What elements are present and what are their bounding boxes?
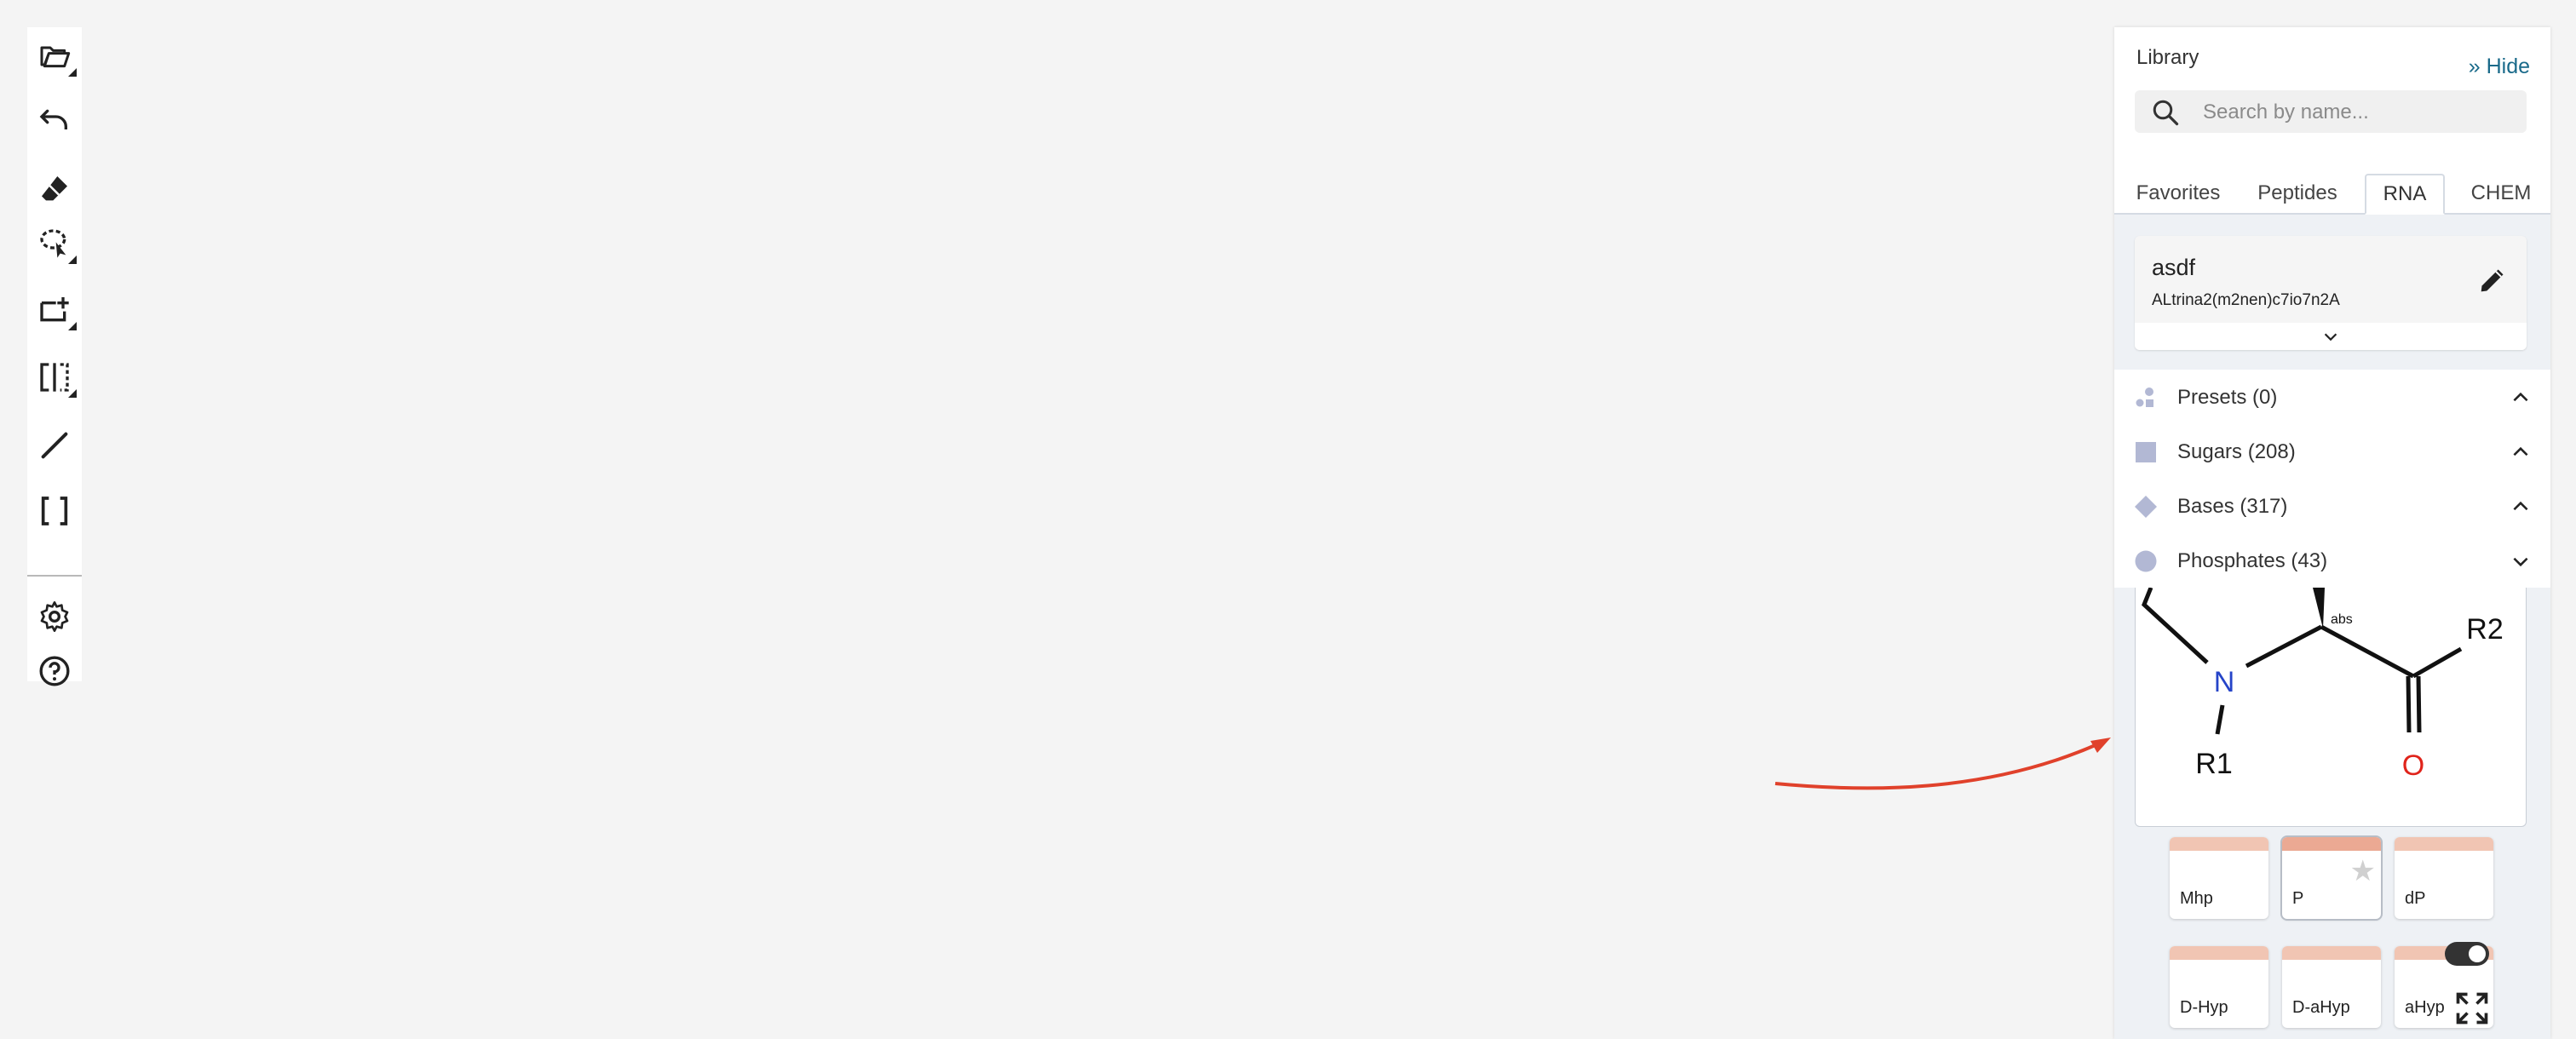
presets-icon — [2136, 387, 2153, 407]
submenu-indicator-icon — [68, 322, 77, 330]
monomer-card-d-ahyp[interactable]: D-aHyp — [2282, 946, 2381, 1028]
undo-icon — [39, 109, 67, 129]
tab-favorites[interactable]: Favorites — [2114, 174, 2242, 213]
flip-icon — [40, 363, 69, 392]
bond-line — [2412, 646, 2463, 679]
tab-peptides[interactable]: Peptides — [2242, 174, 2353, 213]
group-sugars[interactable]: Sugars (208) — [2114, 424, 2550, 479]
single-bond-button[interactable] — [27, 418, 82, 473]
monomer-card-d-hyp[interactable]: D-Hyp — [2170, 946, 2268, 1028]
chevron-up-icon — [2513, 501, 2528, 511]
monomer-card-p[interactable]: ★ P — [2282, 837, 2381, 919]
chevron-down-icon — [2513, 557, 2528, 567]
group-presets[interactable]: Presets (0) — [2114, 370, 2550, 424]
search-box — [2135, 90, 2527, 135]
group-presets-label: Presets (0) — [2177, 386, 2278, 409]
settings-icon — [40, 601, 69, 632]
group-bases[interactable]: Bases (317) — [2114, 479, 2550, 533]
monomer-card-header — [2170, 837, 2268, 851]
nitrogen-atom: N — [2214, 666, 2235, 698]
stereo-label: abs — [2331, 612, 2353, 627]
wedge-bond — [2313, 588, 2325, 629]
sugar-square-icon — [2136, 442, 2156, 462]
submenu-indicator-icon — [68, 255, 77, 264]
preset-name: asdf — [2152, 255, 2196, 280]
rna-library-content: asdf ALtrina2(m2nen)c7io7n2A Presets (0)… — [2114, 215, 2550, 1039]
r2-attachment-label: R2 — [2466, 613, 2503, 646]
group-phosphates-label: Phosphates (43) — [2177, 549, 2328, 572]
canvas-arrow[interactable] — [1763, 724, 2121, 809]
undo-button[interactable] — [27, 98, 82, 152]
monomer-card-mhp[interactable]: Mhp — [2170, 837, 2268, 919]
monomer-card-dp[interactable]: dP — [2395, 837, 2493, 919]
rna-preset-card[interactable]: asdf ALtrina2(m2nen)c7io7n2A — [2135, 236, 2527, 350]
eraser-icon — [42, 176, 67, 201]
bond-line — [2245, 624, 2323, 669]
double-bond — [2406, 675, 2422, 733]
monomer-label: D-Hyp — [2180, 998, 2228, 1017]
monomer-structure-preview: N O R1 R2 abs — [2135, 588, 2527, 827]
hide-library-button[interactable]: » Hide — [2469, 55, 2530, 79]
group-sugars-label: Sugars (208) — [2177, 440, 2296, 463]
monomer-groups: Presets (0) Sugars (208) Bases (317) Pho… — [2114, 370, 2550, 588]
r1-attachment-label: R1 — [2195, 748, 2232, 780]
lasso-select-icon — [40, 229, 66, 258]
chemical-structure: N O R1 R2 abs — [2142, 588, 2504, 782]
brackets-icon — [41, 497, 68, 525]
oxygen-atom: O — [2402, 749, 2424, 782]
group-phosphates[interactable]: Phosphates (43) — [2114, 533, 2550, 588]
base-diamond-icon — [2135, 496, 2157, 518]
monomer-card-header — [2282, 946, 2381, 960]
lasso-select-button[interactable] — [27, 216, 82, 271]
library-panel: Library » Hide Favorites Peptides RNA CH… — [2114, 27, 2550, 1039]
preset-sequence: ALtrina2(m2nen)c7io7n2A — [2152, 291, 2340, 309]
bond-line — [2215, 704, 2225, 735]
edit-pencil-icon[interactable] — [2475, 263, 2510, 297]
bond-line — [2320, 624, 2415, 679]
search-input[interactable] — [2201, 90, 2520, 135]
monomer-card-header — [2170, 946, 2268, 960]
add-rectangle-icon — [40, 297, 69, 322]
flip-button[interactable] — [27, 350, 82, 405]
single-bond-icon — [41, 432, 68, 459]
monomer-card-header — [2282, 837, 2381, 851]
chevron-down-icon — [2324, 333, 2337, 342]
monomer-label: dP — [2405, 889, 2426, 908]
monomer-label: Mhp — [2180, 889, 2213, 908]
left-toolbar — [27, 27, 82, 686]
add-rectangle-button[interactable] — [27, 283, 82, 337]
open-file-button[interactable] — [27, 29, 82, 83]
library-tabs: Favorites Peptides RNA CHEM — [2114, 174, 2550, 215]
library-title: Library — [2136, 46, 2199, 69]
fullscreen-icon[interactable] — [2453, 990, 2491, 1027]
group-bases-label: Bases (317) — [2177, 495, 2288, 518]
toggle-knob — [2469, 945, 2486, 962]
submenu-indicator-icon — [68, 68, 77, 77]
open-file-icon — [40, 46, 71, 68]
chevron-up-icon — [2513, 392, 2528, 402]
tab-chem[interactable]: CHEM — [2453, 174, 2549, 213]
eraser-button[interactable] — [27, 162, 82, 216]
monomer-label: P — [2292, 889, 2304, 908]
phosphate-circle-icon — [2135, 550, 2157, 572]
search-icon — [2153, 100, 2179, 126]
submenu-indicator-icon — [68, 389, 77, 398]
expand-preset-button[interactable] — [2135, 323, 2527, 350]
monomer-label: D-aHyp — [2292, 998, 2350, 1017]
toolbar-divider — [27, 575, 82, 577]
monomer-card-header — [2395, 837, 2493, 851]
help-icon — [39, 656, 70, 686]
brackets-button[interactable] — [27, 484, 82, 538]
view-toggle-switch[interactable] — [2445, 942, 2489, 966]
settings-button[interactable] — [27, 589, 82, 644]
tab-rna[interactable]: RNA — [2365, 174, 2445, 215]
help-button[interactable] — [27, 644, 82, 698]
monomer-label: aHyp — [2405, 998, 2445, 1017]
chevron-up-icon — [2513, 446, 2528, 456]
bond-line — [2142, 588, 2209, 664]
star-icon[interactable]: ★ — [2350, 854, 2376, 888]
